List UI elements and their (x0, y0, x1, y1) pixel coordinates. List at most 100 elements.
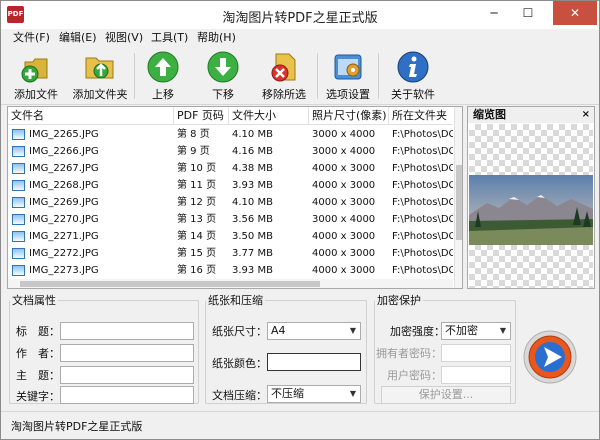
menu-file[interactable]: 文件(F) (13, 29, 50, 47)
table-row[interactable]: IMG_2267.JPG 第 10 页 4.38 MB 4000 x 3000 F:\P… (8, 160, 453, 177)
remove-selected-label: 移除所选 (262, 88, 306, 101)
cell-dimensions: 3000 x 4000 (312, 129, 376, 140)
add-folder-label: 添加文件夹 (72, 88, 128, 101)
move-up-label: 上移 (152, 88, 174, 101)
about-button[interactable]: 关于软件 (387, 50, 439, 102)
encrypt-strength-value: 不加密 (445, 324, 478, 337)
add-file-label: 添加文件 (14, 88, 58, 101)
paper-color-label: 纸张颜色： (212, 357, 267, 370)
vertical-scroll-thumb[interactable] (456, 165, 462, 240)
table-row[interactable]: IMG_2269.JPG 第 12 页 4.10 MB 4000 x 3000 F:\P… (8, 194, 453, 211)
subject-input[interactable] (60, 366, 194, 384)
table-row[interactable]: IMG_2271.JPG 第 14 页 3.50 MB 4000 x 3000 F:\P… (8, 228, 453, 245)
cell-dimensions: 4000 x 3000 (312, 197, 376, 208)
cell-file-size: 3.77 MB (232, 248, 273, 259)
thumbnail-close-icon[interactable]: × (582, 107, 590, 123)
cell-filename: IMG_2271.JPG (29, 231, 99, 242)
remove-selected-icon (271, 53, 296, 82)
remove-selected-button[interactable]: 移除所选 (259, 50, 309, 102)
vertical-scrollbar[interactable] (454, 107, 462, 288)
cell-folder: F:\Photos\DC (392, 248, 453, 259)
start-convert-button[interactable] (522, 329, 578, 385)
compress-select[interactable]: 不压缩 ▼ (267, 385, 361, 403)
image-file-icon (12, 231, 25, 242)
window-title: 淘淘图片转PDF之星正式版 (222, 11, 378, 26)
column-header-size[interactable]: 文件大小 (229, 107, 309, 125)
options-settings-label: 选项设置 (326, 88, 370, 101)
add-file-button[interactable]: 添加文件 (11, 50, 61, 102)
protection-settings-button[interactable]: 保护设置... (381, 386, 511, 404)
table-row[interactable]: IMG_2265.JPG 第 8 页 4.10 MB 3000 x 4000 F:\Ph… (8, 126, 453, 143)
thumbnail-panel: 缩览图 × (467, 106, 595, 289)
toolbar-separator (134, 53, 135, 99)
cell-pdf-page: 第 16 页 (177, 265, 217, 276)
menu-tools[interactable]: 工具(T) (151, 29, 188, 47)
paper-color-swatch[interactable] (267, 353, 361, 371)
column-header-dimensions[interactable]: 照片尺寸(像素) (309, 107, 389, 125)
add-folder-button[interactable]: 添加文件夹 (71, 50, 129, 102)
title-bar: PDF 淘淘图片转PDF之星正式版 ─ ☐ ✕ (1, 1, 599, 29)
menu-edit[interactable]: 编辑(E) (59, 29, 97, 47)
cell-pdf-page: 第 8 页 (177, 129, 210, 140)
cell-pdf-page: 第 9 页 (177, 146, 210, 157)
horizontal-scrollbar[interactable] (8, 279, 453, 288)
table-row[interactable]: IMG_2266.JPG 第 9 页 4.16 MB 3000 x 4000 F:\Ph… (8, 143, 453, 160)
author-input[interactable] (60, 344, 194, 362)
move-down-button[interactable]: 下移 (203, 50, 243, 102)
move-up-button[interactable]: 上移 (143, 50, 183, 102)
paper-size-select[interactable]: A4 ▼ (267, 322, 361, 340)
column-header-folder[interactable]: 所在文件夹 (389, 107, 453, 125)
image-file-icon (12, 265, 25, 276)
cell-pdf-page: 第 14 页 (177, 231, 217, 242)
image-file-icon (12, 180, 25, 191)
chevron-down-icon: ▼ (349, 326, 356, 335)
cell-pdf-page: 第 12 页 (177, 197, 217, 208)
doc-properties-legend: 文档属性 (12, 294, 56, 307)
move-down-label: 下移 (212, 88, 234, 101)
compress-value: 不压缩 (271, 387, 304, 400)
thumbnail-title: 缩览图 × (468, 107, 594, 123)
owner-password-input[interactable] (441, 344, 511, 362)
cell-folder: F:\Photos\DC (392, 214, 453, 225)
column-header-filename[interactable]: 文件名 (8, 107, 174, 125)
move-down-icon (207, 51, 239, 83)
options-settings-button[interactable]: 选项设置 (323, 50, 373, 102)
table-row[interactable]: IMG_2272.JPG 第 15 页 3.77 MB 4000 x 3000 F:\P… (8, 245, 453, 262)
file-list-header: 文件名 PDF 页码 文件大小 照片尺寸(像素) 所在文件夹 (8, 107, 453, 125)
table-row[interactable]: IMG_2273.JPG 第 16 页 3.93 MB 4000 x 3000 F:\P… (8, 262, 453, 279)
app-window: PDF 淘淘图片转PDF之星正式版 ─ ☐ ✕ 文件(F) 编辑(E) 视图(V… (0, 0, 600, 440)
close-button[interactable]: ✕ (553, 1, 597, 25)
image-file-icon (12, 146, 25, 157)
cell-file-size: 3.93 MB (232, 265, 273, 276)
keywords-input[interactable] (60, 386, 194, 404)
encrypt-strength-select[interactable]: 不加密 ▼ (441, 322, 511, 340)
minimize-button[interactable]: ─ (479, 1, 509, 25)
column-header-page[interactable]: PDF 页码 (174, 107, 229, 125)
title-input[interactable] (60, 322, 194, 340)
paper-size-label: 纸张尺寸： (212, 325, 267, 338)
settings-area: 文档属性 标 题： 作 者： 主 题： 关键字： 纸张和压缩 纸张尺寸： A4 … (1, 292, 599, 410)
cell-filename: IMG_2269.JPG (29, 197, 99, 208)
cell-filename: IMG_2270.JPG (29, 214, 99, 225)
menu-view[interactable]: 视图(V) (105, 29, 143, 47)
menu-help[interactable]: 帮助(H) (197, 29, 236, 47)
user-password-label: 用户密码： (387, 369, 442, 382)
cell-filename: IMG_2267.JPG (29, 163, 99, 174)
table-row[interactable]: IMG_2268.JPG 第 11 页 3.93 MB 4000 x 3000 F:\P… (8, 177, 453, 194)
image-file-icon (12, 163, 25, 174)
title-label: 标 题： (16, 325, 60, 338)
add-file-icon (21, 58, 48, 83)
maximize-button[interactable]: ☐ (513, 1, 543, 25)
user-password-input[interactable] (441, 366, 511, 384)
file-list[interactable]: 文件名 PDF 页码 文件大小 照片尺寸(像素) 所在文件夹 IMG_2265.… (7, 106, 463, 289)
cell-folder: F:\Photos\DC (392, 129, 453, 140)
horizontal-scroll-thumb[interactable] (20, 281, 320, 287)
cell-folder: F:\Photos\DC (392, 146, 453, 157)
cell-pdf-page: 第 15 页 (177, 248, 217, 259)
image-file-icon (12, 248, 25, 259)
image-file-icon (12, 197, 25, 208)
cell-dimensions: 4000 x 3000 (312, 231, 376, 242)
table-row[interactable]: IMG_2270.JPG 第 13 页 3.56 MB 3000 x 4000 F:\P… (8, 211, 453, 228)
cell-file-size: 3.50 MB (232, 231, 273, 242)
image-file-icon (12, 214, 25, 225)
